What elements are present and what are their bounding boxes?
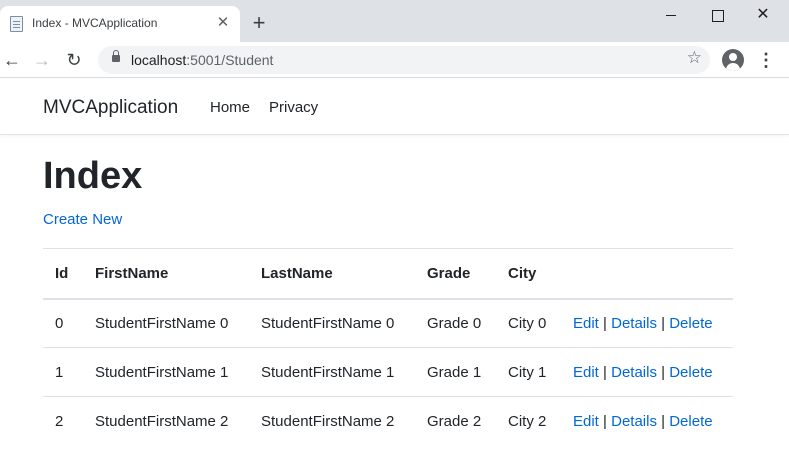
account-icon[interactable] [722,49,744,71]
cell-grade: Grade 2 [427,412,482,430]
edit-link[interactable]: Edit [573,364,599,381]
separator: | [603,314,607,332]
cell-firstname: StudentFirstName 0 [83,298,249,348]
minimize-button[interactable] [648,2,694,28]
separator: | [661,363,666,381]
cell-lastname: StudentFirstName 2 [261,412,395,430]
cell-id: 0 [43,298,83,348]
cell-lastname: StudentFirstName 0 [249,298,415,348]
tab-close-icon[interactable]: ✕ [213,13,233,33]
cell-grade: Grade 1 [415,347,496,397]
cell-firstname: StudentFirstName 1 [83,347,249,397]
cell-grade: Grade 0 [415,298,496,348]
url-text[interactable]: localhost:5001/Student [131,52,273,68]
address-bar[interactable]: localhost:5001/Student ☆ [98,46,710,74]
column-header-id: Id [43,248,83,300]
site-navbar: MVCApplication Home Privacy [0,79,789,135]
column-header-grade: Grade [415,248,496,300]
cell-firstname: StudentFirstName 2 [95,412,229,430]
column-header-lastname: LastName [249,248,415,300]
student-table: Id FirstName LastName Grade City 0 Stude… [43,248,733,446]
star-icon[interactable]: ☆ [687,48,702,68]
reload-icon[interactable]: ↻ [62,48,86,72]
cell-actions: Edit | Details | Delete [561,298,733,348]
maximize-button[interactable] [694,2,740,28]
browser-tabstrip: Index - MVCApplication ✕ + ✕ [0,0,789,42]
window-close-button[interactable]: ✕ [740,2,786,28]
cell-city: City 0 [496,298,561,348]
page-icon [10,16,23,32]
lock-icon [112,50,120,62]
browser-toolbar: ← → ↻ localhost:5001/Student ☆ ⋮ [0,42,789,78]
separator: | [603,412,607,430]
details-link[interactable]: Details [611,413,657,430]
delete-link[interactable]: Delete [669,413,712,430]
separator: | [603,363,607,381]
column-header-actions [561,248,733,300]
url-path: :5001/Student [186,52,274,68]
cell-city: City 2 [508,412,547,430]
kebab-menu-icon[interactable]: ⋮ [757,50,775,70]
table-row: 1 StudentFirstName 1 StudentFirstName 1 … [43,347,733,397]
delete-link[interactable]: Delete [669,315,712,332]
edit-link[interactable]: Edit [573,413,599,430]
details-link[interactable]: Details [611,315,657,332]
create-new-link[interactable]: Create New [43,211,122,228]
cell-lastname: StudentFirstName 1 [249,347,415,397]
nav-home-link[interactable]: Home [210,99,250,116]
cell-city: City 1 [496,347,561,397]
arrow-right-icon[interactable]: → [30,48,54,72]
url-host: localhost [131,52,187,68]
new-tab-button[interactable]: + [249,12,269,36]
cell-id: 2 [55,412,64,430]
cell-id: 1 [43,347,83,397]
nav-privacy-link[interactable]: Privacy [269,99,318,116]
column-header-city: City [496,248,561,300]
separator: | [661,412,666,430]
browser-tab[interactable]: Index - MVCApplication ✕ [0,6,240,42]
edit-link[interactable]: Edit [573,315,599,332]
table-row: 2 StudentFirstName 2 StudentFirstName 2 … [43,397,733,446]
separator: | [661,314,666,332]
table-header-row: Id FirstName LastName Grade City [43,248,733,300]
tab-title: Index - MVCApplication [32,16,158,30]
cell-actions: Edit | Details | Delete [561,347,733,397]
delete-link[interactable]: Delete [669,364,712,381]
column-header-firstname: FirstName [83,248,249,300]
cell-actions: Edit | Details | Delete [561,397,733,446]
details-link[interactable]: Details [611,364,657,381]
table-row: 0 StudentFirstName 0 StudentFirstName 0 … [43,298,733,348]
arrow-left-icon[interactable]: ← [0,48,24,72]
page-title: Index [43,155,143,197]
site-brand[interactable]: MVCApplication [43,97,178,119]
